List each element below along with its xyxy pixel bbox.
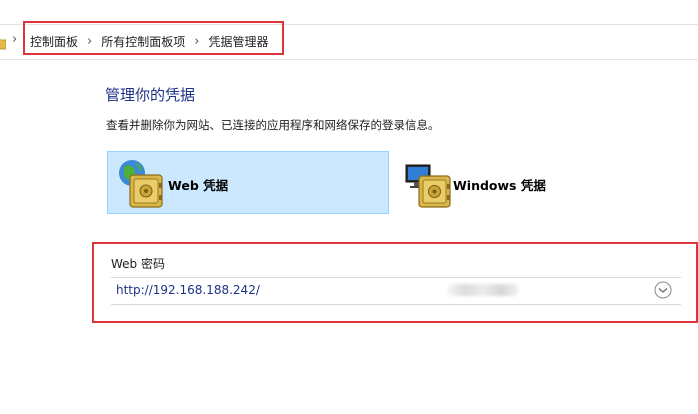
- page-description: 查看并删除你为网站、已连接的应用程序和网络保存的登录信息。: [106, 118, 440, 132]
- highlight-box-breadcrumb: [23, 21, 284, 55]
- windows-credentials-tile[interactable]: Windows 凭据: [400, 151, 640, 214]
- web-credentials-label: Web 凭据: [168, 178, 229, 193]
- highlight-box-web-passwords: [92, 242, 698, 323]
- web-credentials-tile[interactable]: Web 凭据: [107, 151, 389, 214]
- page-title: 管理你的凭据: [105, 86, 196, 104]
- folder-icon: [0, 35, 7, 50]
- windows-vault-icon: [403, 157, 455, 209]
- chevron-right-icon[interactable]: ›: [12, 32, 17, 47]
- windows-credentials-label: Windows 凭据: [453, 178, 546, 193]
- web-vault-icon: [116, 157, 168, 209]
